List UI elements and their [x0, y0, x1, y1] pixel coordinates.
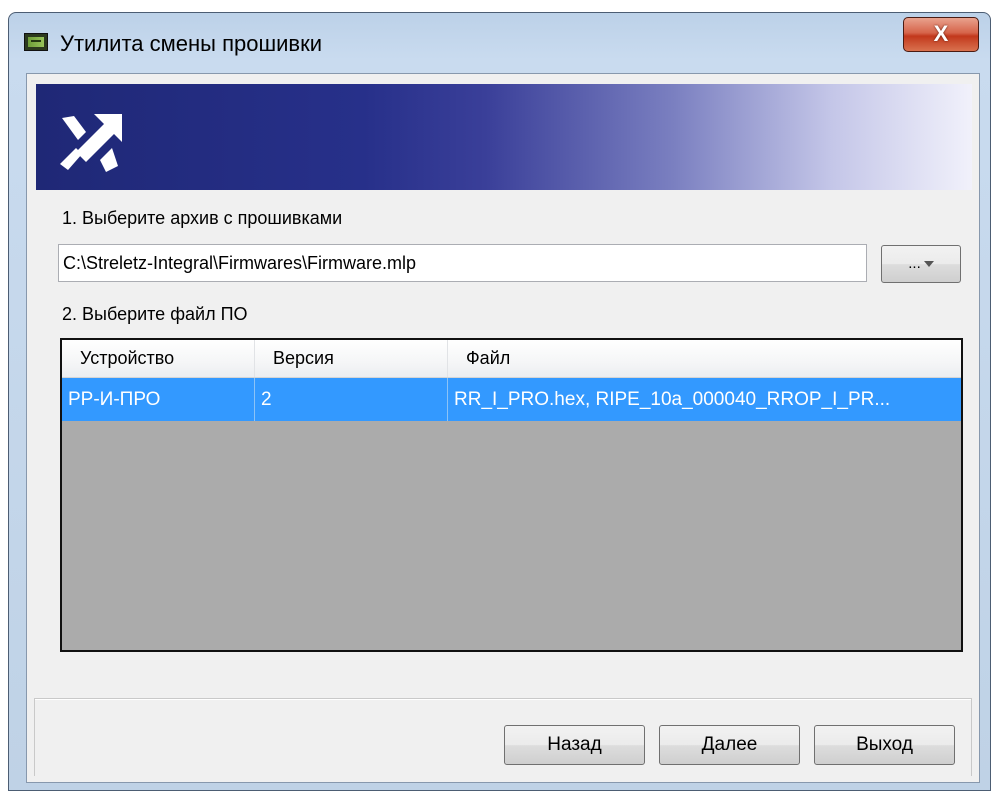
archive-path-input[interactable]: C:\Streletz-Integral\Firmwares\Firmware.… [58, 244, 867, 282]
back-button[interactable]: Назад [504, 725, 645, 765]
column-header-file[interactable]: Файл [448, 340, 961, 377]
header-banner [36, 84, 972, 190]
dropdown-arrow-icon [923, 261, 934, 268]
select-file-label: 2. Выберите файл ПО [62, 304, 248, 324]
title-bar[interactable]: Утилита смены прошивки X [9, 13, 990, 73]
cell-version: 2 [255, 378, 448, 421]
list-header: Устройство Версия Файл [62, 340, 961, 378]
streletz-logo-icon [60, 114, 122, 172]
close-icon: X [933, 21, 949, 46]
cell-file: RR_I_PRO.hex, RIPE_10a_000040_RROP_I_PR.… [454, 389, 891, 410]
next-button[interactable]: Далее [659, 725, 800, 765]
browse-label: ... [908, 255, 921, 272]
firmware-utility-window: Утилита смены прошивки X 1. Выберите арх… [8, 12, 991, 791]
table-row[interactable]: РР-И-ПРО 2 RR_I_PRO.hex, RIPE_10a_000040… [62, 378, 961, 421]
firmware-file-list[interactable]: Устройство Версия Файл РР-И-ПРО 2 RR_I_P… [60, 338, 963, 652]
column-header-version[interactable]: Версия [255, 340, 448, 377]
cell-device: РР-И-ПРО [62, 378, 255, 421]
close-button[interactable]: X [903, 17, 979, 52]
column-header-device[interactable]: Устройство [62, 340, 255, 377]
app-chip-icon [24, 33, 48, 51]
browse-button[interactable]: ... [881, 245, 961, 283]
dialog-content: 1. Выберите архив с прошивками C:\Strele… [26, 73, 980, 783]
exit-button[interactable]: Выход [814, 725, 955, 765]
select-archive-label: 1. Выберите архив с прошивками [62, 208, 343, 228]
window-title: Утилита смены прошивки [60, 31, 323, 56]
